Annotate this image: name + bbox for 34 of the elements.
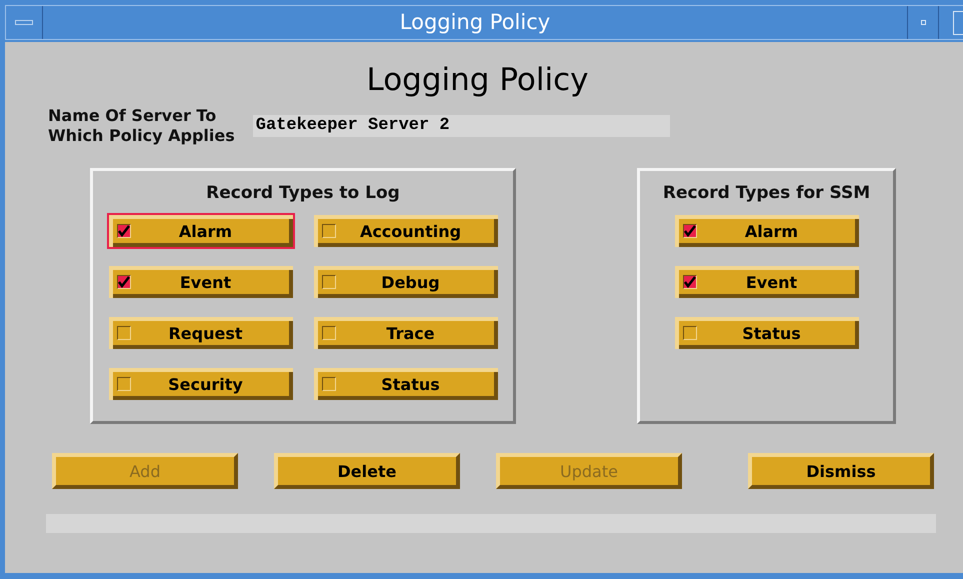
server-name-field[interactable]: Gatekeeper Server 2 [252, 115, 670, 137]
record-type-toggle[interactable]: Status [672, 315, 860, 351]
check-icon [118, 225, 130, 237]
checkbox[interactable] [322, 224, 336, 238]
check-icon [118, 276, 130, 288]
dialog-heading: Logging Policy [365, 62, 590, 98]
checkbox[interactable] [116, 224, 130, 238]
record-type-toggle[interactable]: Security [106, 366, 294, 402]
record-type-toggle[interactable]: Alarm [672, 213, 860, 249]
record-type-toggle[interactable]: Trace [312, 315, 500, 351]
checkbox[interactable] [116, 377, 130, 391]
checkbox[interactable] [322, 326, 336, 340]
record-type-toggle[interactable]: Debug [312, 264, 500, 300]
checkbox[interactable] [116, 326, 130, 340]
record-type-toggle[interactable]: Accounting [312, 213, 500, 249]
check-icon [684, 276, 696, 288]
record-type-toggle[interactable]: Status [312, 366, 500, 402]
check-icon [684, 225, 696, 237]
action-button[interactable]: Dismiss [748, 453, 934, 489]
checkbox[interactable] [322, 377, 336, 391]
group-title: Record Types for SSM [662, 183, 870, 203]
record-type-toggle[interactable]: Event [672, 264, 860, 300]
record-type-toggle[interactable]: Alarm [106, 213, 294, 249]
record-type-toggle[interactable]: Request [106, 315, 294, 351]
server-label: Name Of Server To Which Policy Applies [48, 106, 235, 146]
checkbox[interactable] [682, 275, 696, 289]
record-type-toggle[interactable]: Event [106, 264, 294, 300]
window-title: Logging Policy [398, 9, 552, 36]
checkbox[interactable] [682, 224, 696, 238]
checkbox[interactable] [116, 275, 130, 289]
checkbox[interactable] [682, 326, 696, 340]
checkbox[interactable] [322, 275, 336, 289]
action-button[interactable]: Delete [274, 453, 460, 489]
group-title: Record Types to Log [206, 183, 400, 203]
